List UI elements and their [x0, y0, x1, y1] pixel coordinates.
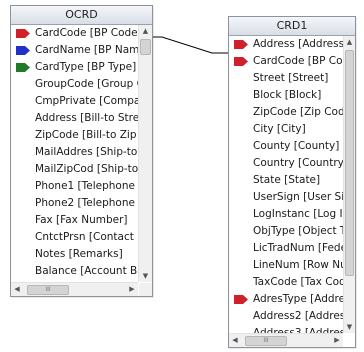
relationship-connector[interactable]	[0, 0, 364, 352]
relationship-line	[153, 36, 228, 54]
